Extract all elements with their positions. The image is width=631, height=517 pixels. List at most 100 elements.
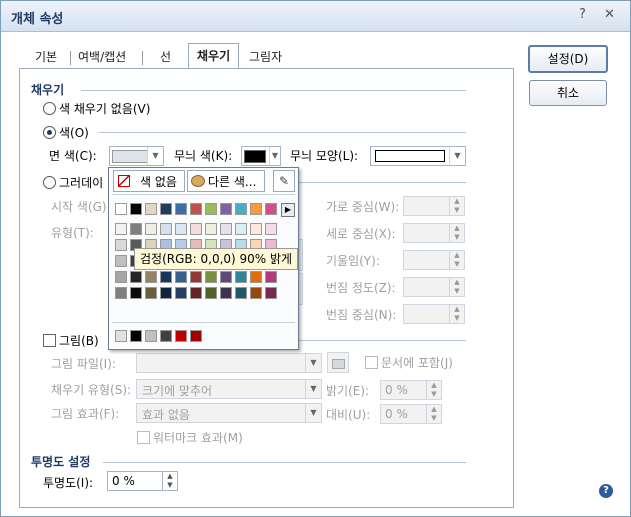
include-in-doc-checkbox[interactable] [365, 356, 378, 369]
color-swatch[interactable] [130, 203, 142, 215]
color-swatch[interactable] [115, 287, 127, 299]
color-swatch[interactable] [190, 223, 202, 235]
watermark-checkbox[interactable] [137, 431, 150, 444]
color-swatch[interactable] [265, 203, 277, 215]
picture-effect-select[interactable]: 효과 없음 ▼ [136, 403, 322, 423]
other-color-button[interactable]: 다른 색... [187, 170, 265, 192]
color-swatch[interactable] [190, 203, 202, 215]
chevron-right-icon[interactable]: ▶ [281, 203, 295, 217]
color-swatch[interactable] [160, 203, 172, 215]
color-swatch[interactable] [250, 223, 262, 235]
color-swatch[interactable] [145, 223, 157, 235]
face-color-picker[interactable]: ▼ [109, 146, 164, 166]
color-swatch[interactable] [145, 203, 157, 215]
spread-center-input[interactable]: ▲ ▼ [403, 304, 465, 324]
tab-margin-caption[interactable]: 여백/캡션 [78, 46, 126, 68]
color-swatch[interactable] [190, 271, 202, 283]
recent-color-swatch[interactable] [175, 330, 187, 342]
help-icon[interactable]: ? [579, 7, 586, 22]
color-swatch[interactable] [175, 223, 187, 235]
tilt-input[interactable]: ▲ ▼ [403, 250, 465, 270]
color-swatch[interactable] [175, 271, 187, 283]
color-swatch[interactable] [250, 271, 262, 283]
color-swatch[interactable] [175, 203, 187, 215]
chevron-down-icon[interactable]: ▼ [305, 404, 321, 422]
color-swatch[interactable] [235, 223, 247, 235]
brightness-input[interactable]: 0 % ▲ ▼ [380, 380, 442, 400]
tab-line[interactable]: 선 [160, 46, 171, 68]
cancel-button[interactable]: 취소 [529, 80, 607, 106]
color-swatch[interactable] [205, 203, 217, 215]
chevron-down-icon[interactable]: ▼ [305, 354, 321, 372]
eyedropper-icon[interactable]: ✎ [273, 170, 295, 192]
chevron-down-icon[interactable]: ▼ [305, 380, 321, 398]
color-swatch[interactable] [190, 287, 202, 299]
color-swatch[interactable] [250, 287, 262, 299]
color-swatch[interactable] [265, 223, 277, 235]
picture-checkbox[interactable] [43, 334, 56, 347]
color-swatch[interactable] [220, 271, 232, 283]
color-swatch[interactable] [220, 287, 232, 299]
recent-color-swatch[interactable] [115, 330, 127, 342]
tab-basic[interactable]: 기본 [35, 46, 57, 68]
pattern-shape-select[interactable]: ▼ [370, 146, 466, 166]
no-fill-radio[interactable] [43, 102, 56, 115]
folder-icon[interactable] [327, 352, 349, 373]
spinner[interactable]: ▲ ▼ [449, 278, 464, 296]
v-center-input[interactable]: ▲ ▼ [403, 223, 465, 243]
transparency-input[interactable]: 0 % ▲ ▼ [107, 471, 178, 491]
spinner[interactable]: ▲ ▼ [449, 251, 464, 269]
color-swatch[interactable] [115, 271, 127, 283]
tab-shadow[interactable]: 그림자 [249, 46, 282, 68]
color-swatch[interactable] [115, 223, 127, 235]
color-swatch[interactable] [145, 287, 157, 299]
color-swatch[interactable] [115, 255, 127, 267]
color-swatch[interactable] [265, 271, 277, 283]
color-swatch[interactable] [160, 287, 172, 299]
color-swatch[interactable] [175, 287, 187, 299]
color-swatch[interactable] [160, 271, 172, 283]
color-swatch[interactable] [235, 287, 247, 299]
h-center-input[interactable]: ▲ ▼ [403, 196, 465, 216]
fill-type-select[interactable]: 크기에 맞추어 ▼ [136, 379, 322, 399]
color-swatch[interactable] [220, 203, 232, 215]
ok-button[interactable]: 설정(D) [528, 45, 608, 73]
spread-input[interactable]: ▲ ▼ [403, 277, 465, 297]
color-swatch[interactable] [115, 203, 127, 215]
color-radio[interactable] [43, 126, 56, 139]
color-swatch[interactable] [235, 271, 247, 283]
spinner[interactable]: ▲ ▼ [449, 197, 464, 215]
color-swatch[interactable] [145, 271, 157, 283]
close-icon[interactable]: ✕ [604, 7, 615, 22]
tab-fill[interactable]: 채우기 [188, 43, 240, 70]
picture-file-input[interactable]: ▼ [136, 353, 322, 373]
pattern-color-picker[interactable]: ▼ [241, 146, 281, 166]
spinner[interactable]: ▲ ▼ [426, 405, 441, 423]
chevron-down-icon[interactable]: ▼ [147, 147, 163, 165]
spinner[interactable]: ▲ ▼ [162, 472, 177, 490]
color-swatch[interactable] [265, 287, 277, 299]
help-icon[interactable]: ? [599, 484, 613, 498]
no-color-button[interactable]: 색 없음 [113, 170, 185, 192]
recent-color-swatch[interactable] [160, 330, 172, 342]
spinner[interactable]: ▲ ▼ [449, 305, 464, 323]
color-swatch[interactable] [235, 203, 247, 215]
gradient-radio[interactable] [43, 176, 56, 189]
color-swatch[interactable] [130, 223, 142, 235]
color-swatch[interactable] [130, 287, 142, 299]
color-swatch[interactable] [130, 271, 142, 283]
color-swatch[interactable] [205, 287, 217, 299]
spinner[interactable]: ▲ ▼ [426, 381, 441, 399]
color-swatch[interactable] [160, 223, 172, 235]
color-swatch[interactable] [205, 271, 217, 283]
color-swatch[interactable] [115, 239, 127, 251]
color-swatch[interactable] [205, 223, 217, 235]
color-swatch[interactable] [220, 223, 232, 235]
chevron-down-icon[interactable]: ▼ [449, 147, 465, 165]
recent-color-swatch[interactable] [130, 330, 142, 342]
chevron-down-icon[interactable]: ▼ [269, 147, 280, 165]
spinner[interactable]: ▲ ▼ [449, 224, 464, 242]
recent-color-swatch[interactable] [145, 330, 157, 342]
recent-color-swatch[interactable] [190, 330, 202, 342]
color-swatch[interactable] [250, 203, 262, 215]
